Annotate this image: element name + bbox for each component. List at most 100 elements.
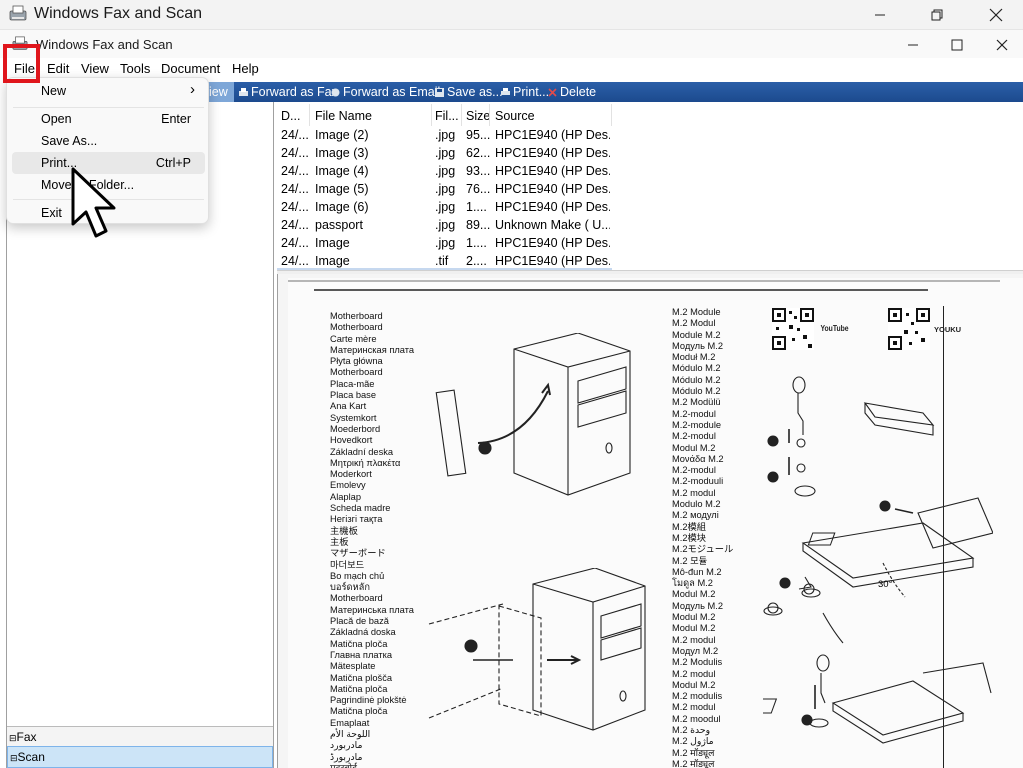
cell-file-name: passport [315, 218, 363, 232]
menu-view[interactable]: View [81, 61, 109, 76]
minimize-icon [908, 44, 918, 45]
menu-tools[interactable]: Tools [120, 61, 150, 76]
pc-case-io-shield-illustration [435, 333, 631, 496]
nav-scan[interactable]: ⊟Scan [7, 746, 273, 768]
cell-file-type: .jpg [435, 146, 456, 160]
inner-title-bar: Windows Fax and Scan [0, 29, 1023, 58]
cell-file-name: Image (6) [315, 200, 369, 214]
cell-size: 76... [466, 182, 490, 196]
file-menu-save-as-label: Save As... [41, 134, 98, 148]
cell-file-type: .jpg [435, 164, 456, 178]
cell-date: 24/... [281, 182, 309, 196]
outer-close-button[interactable] [973, 0, 1019, 29]
save-as-label: Save as... [447, 85, 503, 99]
printer-icon [501, 87, 510, 95]
column-header-size[interactable]: Size [462, 104, 490, 126]
forward-as-fax-button[interactable]: Forward as Fax [239, 85, 338, 99]
file-menu-open[interactable]: Open Enter [12, 108, 205, 130]
cell-file-name: Image [315, 254, 350, 268]
menu-document[interactable]: Document [161, 61, 220, 76]
close-icon [989, 8, 1003, 21]
column-header-file-name[interactable]: File Name [310, 104, 432, 126]
cell-size: 95... [466, 128, 490, 142]
toolbar-view-button[interactable]: iew [206, 82, 234, 102]
save-as-button[interactable]: Save as... [435, 85, 503, 99]
file-menu-print-shortcut: Ctrl+P [155, 156, 191, 170]
cell-file-name: Image [315, 236, 350, 250]
qr-code-youku [888, 308, 930, 350]
angle-label: 30° [878, 579, 893, 590]
close-icon [996, 39, 1008, 50]
print-label: Print... [513, 85, 550, 99]
inner-close-button[interactable] [979, 30, 1023, 59]
menu-edit[interactable]: Edit [47, 61, 69, 76]
cell-source: HPC1E940 (HP Des... [495, 200, 610, 214]
column-header-date[interactable]: D... [277, 104, 310, 126]
cell-date: 24/... [281, 236, 309, 250]
file-list-row[interactable]: 24/... Image (5) .jpg 76... HPC1E940 (HP… [277, 180, 612, 198]
cell-file-type: .jpg [435, 182, 456, 196]
inner-minimize-button[interactable] [890, 30, 936, 59]
outer-minimize-button[interactable] [857, 0, 903, 29]
fax-icon [239, 87, 248, 96]
file-list-row[interactable]: 24/... Image (3) .jpg 62... HPC1E940 (HP… [277, 144, 612, 162]
file-list-row[interactable]: 24/... Image (2) .jpg 95... HPC1E940 (HP… [277, 126, 612, 144]
cell-date: 24/... [281, 128, 309, 142]
file-list-row[interactable]: 24/... Image (4) .jpg 93... HPC1E940 (HP… [277, 162, 612, 180]
m2-module-word-list: M.2 Module M.2 Modul Module M.2 Модуль M… [672, 307, 734, 768]
file-menu-new[interactable]: New › [12, 80, 205, 102]
minimize-icon [875, 14, 885, 15]
forward-as-email-button[interactable]: Forward as Email [331, 85, 440, 99]
cell-size: 89... [466, 218, 490, 232]
m2-installation-illustration [763, 376, 993, 744]
pc-case-motherboard-illustration [428, 568, 646, 731]
toolbar: iew Forward as Fax Forward as Email Save… [206, 82, 1023, 102]
cell-source: HPC1E940 (HP Des... [495, 254, 610, 268]
cell-date: 24/... [281, 254, 309, 268]
inner-window-title: Windows Fax and Scan [36, 37, 173, 52]
cell-file-name: Image (4) [315, 164, 369, 178]
cell-file-name: Image (3) [315, 146, 369, 160]
outer-title-bar: Windows Fax and Scan [0, 0, 1023, 29]
outer-window-title: Windows Fax and Scan [34, 5, 203, 22]
column-header-file-type[interactable]: Fil... [432, 104, 462, 126]
qr-code-youtube [772, 308, 814, 350]
delete-button[interactable]: Delete [548, 85, 596, 99]
file-menu-new-label: New [41, 84, 67, 98]
inner-maximize-button[interactable] [934, 30, 980, 59]
cell-date: 24/... [281, 146, 309, 160]
youku-logo: YOUKU [934, 325, 962, 334]
file-list-row[interactable]: 24/... passport .jpg 89... Unknown Make … [277, 216, 612, 234]
email-icon [331, 88, 340, 96]
toolbar-view-label: iew [209, 85, 228, 99]
nav-fax[interactable]: ⊟Fax [7, 726, 273, 746]
forward-as-email-label: Forward as Email [343, 85, 441, 99]
forward-as-fax-label: Forward as Fax [251, 85, 338, 99]
motherboard-word-list: Motherboard Motherboard Carte mère Матер… [330, 311, 415, 768]
chevron-right-icon: › [190, 81, 195, 98]
column-header-source[interactable]: Source [490, 104, 612, 126]
cell-date: 24/... [281, 200, 309, 214]
cell-source: HPC1E940 (HP Des... [495, 236, 610, 250]
cell-source: Unknown Make ( U... [495, 218, 610, 232]
cell-file-type: .tif [435, 254, 449, 268]
print-button[interactable]: Print... [501, 85, 549, 99]
cell-size: 93... [466, 164, 490, 178]
file-menu-open-shortcut: Enter [161, 112, 191, 126]
nav-fax-label: Fax [16, 730, 37, 744]
file-menu-save-as[interactable]: Save As... [12, 130, 205, 152]
cell-date: 24/... [281, 164, 309, 178]
cell-source: HPC1E940 (HP Des... [495, 164, 610, 178]
restore-icon [931, 9, 943, 20]
save-icon [435, 87, 444, 97]
file-list-row[interactable]: 24/... Image .jpg 1.... HPC1E940 (HP Des… [277, 234, 612, 252]
mouse-pointer-icon [71, 167, 116, 238]
file-menu-exit-label: Exit [41, 206, 62, 220]
outer-restore-button[interactable] [914, 0, 960, 29]
scan-icon: ⊟ [10, 753, 18, 763]
cell-size: 1.... [466, 236, 487, 250]
file-list-row[interactable]: 24/... Image (6) .jpg 1.... HPC1E940 (HP… [277, 198, 612, 216]
cell-file-type: .jpg [435, 200, 456, 214]
scanned-document-preview: Motherboard Motherboard Carte mère Матер… [288, 278, 1023, 768]
menu-help[interactable]: Help [232, 61, 259, 76]
